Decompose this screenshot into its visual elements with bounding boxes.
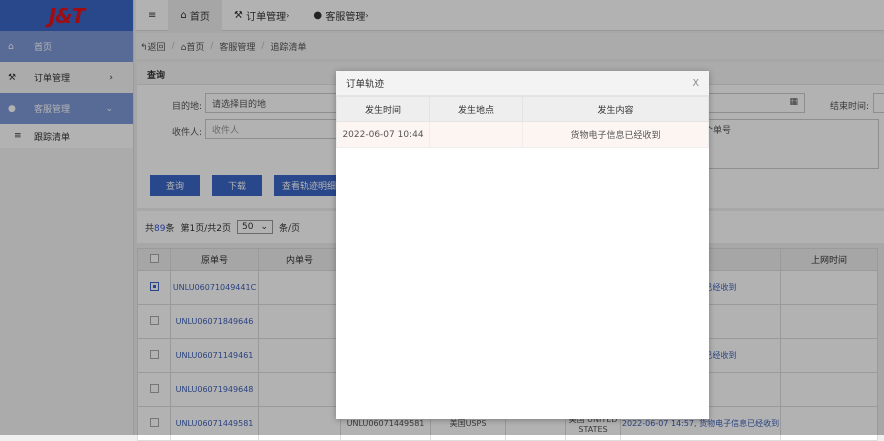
track-time: 2022-06-07 10:44 <box>336 121 430 148</box>
modal-title: 订单轨迹 <box>346 79 385 90</box>
track-row: 2022-06-07 10:44 货物电子信息已经收到 <box>336 121 709 148</box>
track-content: 货物电子信息已经收到 <box>522 121 709 148</box>
col-time: 发生时间 <box>336 96 430 122</box>
close-icon[interactable]: X <box>692 78 699 89</box>
col-content: 发生内容 <box>522 96 709 122</box>
track-place <box>429 121 523 148</box>
order-track-modal: 订单轨迹 X 发生时间 发生地点 发生内容 2022-06-07 10:44 货物… <box>336 71 709 419</box>
col-place: 发生地点 <box>429 96 523 122</box>
track-table: 发生时间 发生地点 发生内容 2022-06-07 10:44 货物电子信息已经… <box>336 96 709 148</box>
